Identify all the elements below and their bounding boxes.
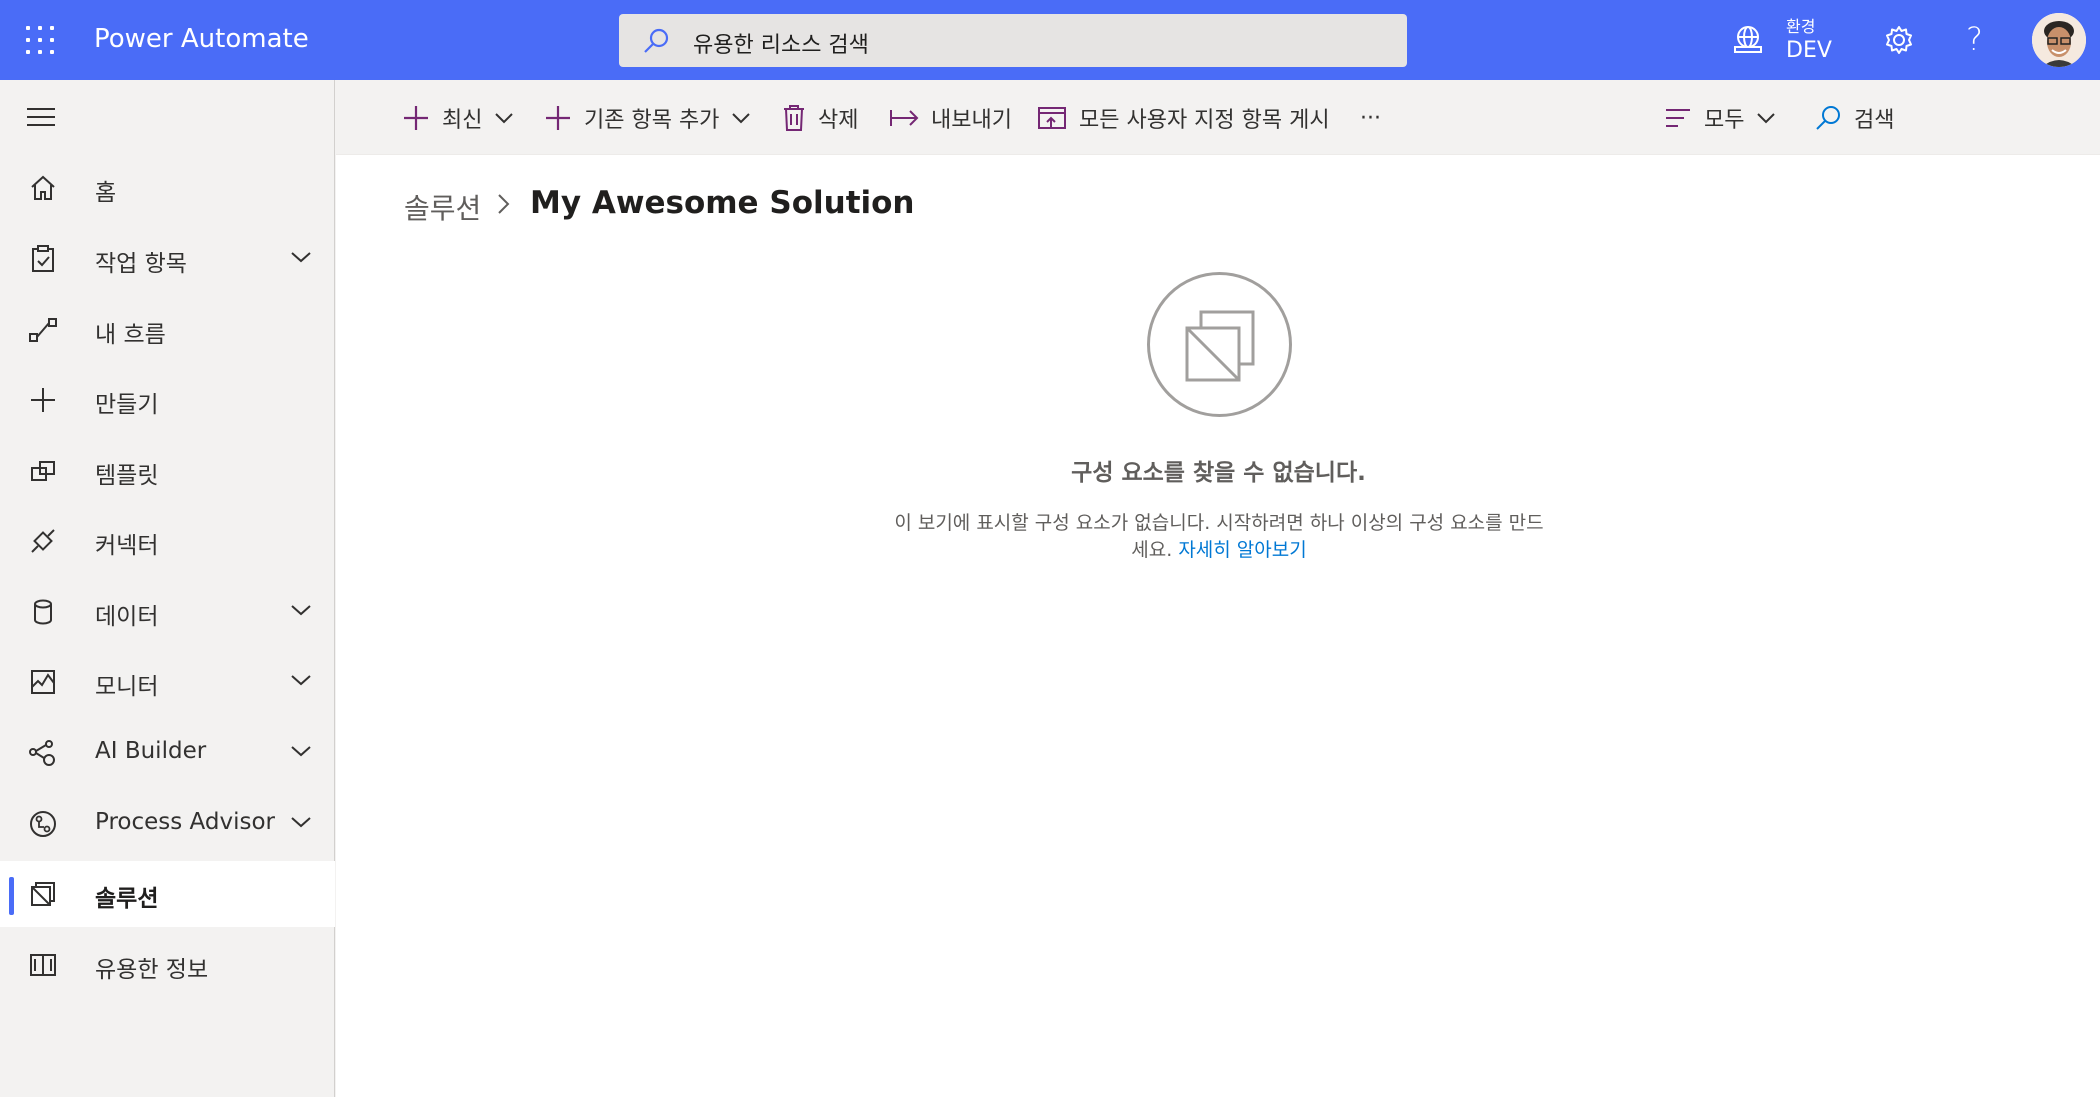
sidebar-item-label: 홈 [95,180,117,206]
sidebar-item-label: 템플릿 [95,463,159,489]
sidebar-item-label: 유용한 정보 [95,957,209,983]
environment-label: 환경 [1786,17,1816,36]
environment-icon[interactable] [1732,24,1764,56]
sidebar-item-label: Process Advisor [95,809,276,835]
sidebar-item-label: 만들기 [95,392,159,418]
hamburger-menu-icon[interactable] [27,108,55,132]
active-indicator [9,877,14,915]
app-launcher-icon[interactable] [26,26,54,54]
sidebar-item-ai-builder[interactable]: AI Builder [0,720,335,786]
more-icon: ··· [1360,105,1381,131]
plus-icon [546,106,570,130]
export-icon [890,110,919,126]
sidebar-item-label: 작업 항목 [95,251,187,277]
sidebar-item-label: 내 흐름 [95,322,166,348]
ai-builder-icon [29,740,55,766]
search-icon [644,28,669,53]
empty-state-illustration [1147,272,1292,417]
trash-icon [784,105,804,131]
learn-more-link[interactable]: 자세히 알아보기 [1178,539,1306,561]
top-bar: Power Automate 유용한 리소스 검색 환경 DEV ? [0,0,2100,80]
delete-label: 삭제 [818,108,859,133]
sidebar-item-home[interactable]: 홈 [0,155,335,221]
book-icon [30,954,56,976]
sidebar-item-label: 커넥터 [95,533,159,559]
sidebar-item-process-advisor[interactable]: Process Advisor [0,791,335,857]
chevron-down-icon [1757,113,1776,124]
chevron-down-icon[interactable] [290,673,312,687]
search-input[interactable]: 유용한 리소스 검색 [619,14,1407,67]
publish-all-button[interactable]: 모든 사용자 지정 항목 게시 [1037,102,1330,134]
main-content: 솔루션 My Awesome Solution 구성 요소를 찾을 수 없습니다… [336,154,2100,1097]
new-button[interactable]: 최신 [402,102,526,134]
plus-icon [404,106,428,130]
chevron-down-icon[interactable] [290,250,312,264]
sidebar-item-label: AI Builder [95,738,207,764]
export-label: 내보내기 [931,108,1012,133]
add-existing-button[interactable]: 기존 항목 추가 [544,102,763,134]
sidebar-item-create[interactable]: 만들기 [0,367,335,433]
list-search-label: 검색 [1854,108,1895,133]
search-placeholder: 유용한 리소스 검색 [693,33,869,58]
chevron-right-icon [498,194,510,214]
sidebar-item-label: 데이터 [95,604,159,630]
avatar[interactable] [2032,13,2086,67]
search-icon [1816,106,1840,130]
delete-button[interactable]: 삭제 [782,102,858,134]
empty-state-description: 이 보기에 표시할 구성 요소가 없습니다. 시작하려면 하나 이상의 구성 요… [888,510,1550,564]
monitor-icon [31,670,55,694]
sidebar-item-action-items[interactable]: 작업 항목 [0,226,335,292]
sidebar-item-label: 솔루션 [95,886,159,912]
page-title: My Awesome Solution [530,185,915,221]
database-icon [34,599,52,625]
export-button[interactable]: 내보내기 [889,102,1012,134]
chevron-down-icon[interactable] [290,815,312,829]
settings-icon[interactable] [1883,24,1915,56]
chevron-down-icon [732,113,751,124]
add-existing-label: 기존 항목 추가 [584,108,720,133]
app-title[interactable]: Power Automate [94,24,309,54]
chevron-down-icon [495,113,514,124]
filter-lines-icon [1666,109,1690,127]
sidebar-item-monitor[interactable]: 모니터 [0,649,335,715]
sidebar-item-learn[interactable]: 유용한 정보 [0,932,335,998]
more-button[interactable]: ··· [1360,102,1381,134]
solution-icon [31,882,55,906]
view-filter-dropdown[interactable]: 모두 [1664,102,1788,134]
new-label: 최신 [442,108,483,133]
sidebar-item-data[interactable]: 데이터 [0,579,335,645]
home-icon [31,175,55,200]
sidebar-item-templates[interactable]: 템플릿 [0,438,335,504]
environment-name[interactable]: DEV [1786,38,1832,63]
help-icon[interactable]: ? [1966,20,1983,58]
connector-icon [31,529,55,553]
command-bar: 최신 기존 항목 추가 삭제 내보내기 모든 사용자 지정 항목 게시 ··· … [336,80,2100,154]
chevron-down-icon[interactable] [290,744,312,758]
publish-icon [1038,107,1066,129]
sidebar-item-my-flows[interactable]: 내 흐름 [0,297,335,363]
list-search-button[interactable]: 검색 [1814,102,1894,134]
sidebar-item-label: 모니터 [95,674,159,700]
sidebar-item-connectors[interactable]: 커넥터 [0,508,335,574]
sidebar-item-solutions[interactable]: 솔루션 [0,861,335,927]
clipboard-icon [32,245,54,272]
breadcrumb-root[interactable]: 솔루션 [404,187,481,227]
publish-label: 모든 사용자 지정 항목 게시 [1079,108,1330,133]
view-filter-label: 모두 [1704,108,1745,133]
process-advisor-icon [30,811,56,837]
flow-icon [29,318,57,342]
chevron-down-icon[interactable] [290,603,312,617]
empty-state-title: 구성 요소를 찾을 수 없습니다. [1071,460,1366,486]
plus-icon [31,388,55,412]
sidebar: 홈 작업 항목 내 흐름 만들기 템플릿 커넥터 데이터 모니터 AI Buil… [0,80,335,1097]
template-icon [31,461,55,481]
empty-solution-icon [1185,310,1255,382]
